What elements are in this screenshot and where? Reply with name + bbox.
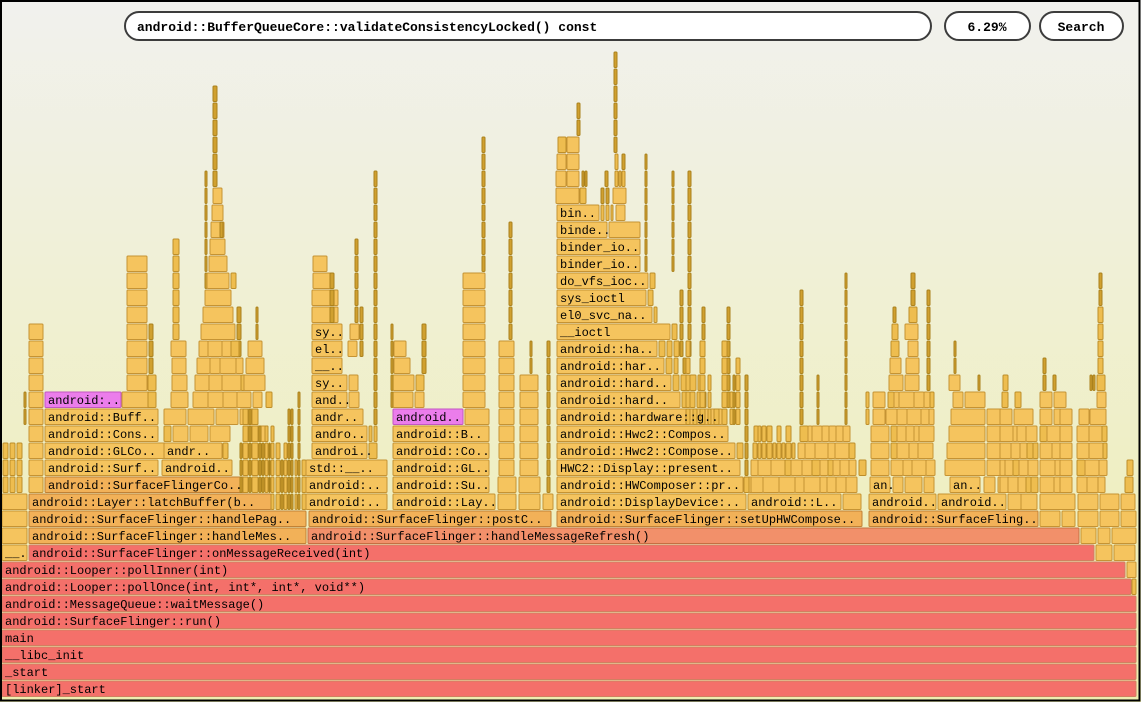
svg-text:el..: el.. — [315, 343, 344, 357]
svg-text:android::Su..: android::Su.. — [396, 479, 490, 493]
svg-text:andr..: andr.. — [315, 411, 358, 425]
svg-text:HWC2::Display::present..: HWC2::Display::present.. — [560, 462, 733, 476]
svg-text:and..: and.. — [315, 394, 351, 408]
svg-text:bin..: bin.. — [560, 207, 596, 221]
svg-text:android..: android.. — [872, 496, 937, 510]
svg-text:android::Hwc2::Compose..: android::Hwc2::Compose.. — [560, 445, 733, 459]
svg-text:android::har..: android::har.. — [560, 360, 661, 374]
svg-text:sys_ioctl: sys_ioctl — [560, 292, 625, 306]
svg-text:androi..: androi.. — [315, 445, 373, 459]
svg-text:android..: android.. — [165, 462, 230, 476]
svg-text:binde..: binde.. — [560, 224, 610, 238]
svg-text:android::SurfaceFlinger::handl: android::SurfaceFlinger::handleMessageRe… — [311, 530, 649, 544]
svg-text:android::Layer::latchBuffer(b.: android::Layer::latchBuffer(b.. — [32, 496, 255, 510]
svg-text:android::hard..: android::hard.. — [560, 394, 668, 408]
svg-text:android::hard..: android::hard.. — [560, 377, 668, 391]
svg-text:android::Looper::pollOnce(int,: android::Looper::pollOnce(int, int*, int… — [5, 581, 365, 595]
svg-text:Search: Search — [1058, 20, 1105, 35]
svg-text:android::Hwc2::Compos..: android::Hwc2::Compos.. — [560, 428, 726, 442]
svg-text:android::SurfaceFlinger::postC: android::SurfaceFlinger::postC.. — [312, 513, 542, 527]
svg-text:android::BufferQueueCore::vali: android::BufferQueueCore::validateConsis… — [137, 20, 597, 35]
svg-text:android::hardware::g..: android::hardware::g.. — [560, 411, 718, 425]
svg-text:android::Looper::pollInner(int: android::Looper::pollInner(int) — [5, 564, 228, 578]
svg-text:binder_io..: binder_io.. — [560, 241, 639, 255]
svg-text:__ioctl: __ioctl — [559, 326, 610, 340]
svg-text:android::Buff..: android::Buff.. — [48, 411, 156, 425]
svg-text:el0_svc_na..: el0_svc_na.. — [560, 309, 646, 323]
svg-text:android:..: android:.. — [309, 496, 381, 510]
svg-text:android::GLCo..: android::GLCo.. — [48, 445, 156, 459]
svg-text:android::Cons..: android::Cons.. — [48, 428, 156, 442]
svg-text:an.: an. — [873, 479, 895, 493]
svg-text:android::Surf..: android::Surf.. — [48, 462, 156, 476]
svg-text:android..: android.. — [941, 496, 1006, 510]
svg-text:android::DisplayDevice:..: android::DisplayDevice:.. — [560, 496, 740, 510]
svg-text:android..: android.. — [396, 411, 461, 425]
svg-text:do_vfs_ioc..: do_vfs_ioc.. — [560, 275, 646, 289]
svg-text:android:..: android:.. — [309, 479, 381, 493]
svg-text:android::B..: android::B.. — [396, 428, 482, 442]
svg-text:android::ha..: android::ha.. — [560, 343, 654, 357]
svg-text:android::SurfaceFling..: android::SurfaceFling.. — [872, 513, 1038, 527]
svg-text:android::HWComposer::pr..: android::HWComposer::pr.. — [560, 479, 740, 493]
svg-text:andr..: andr.. — [167, 445, 210, 459]
svg-text:android::Co..: android::Co.. — [396, 445, 490, 459]
svg-text:android::Lay..: android::Lay.. — [396, 496, 497, 510]
svg-text:sy..: sy.. — [315, 326, 344, 340]
svg-text:andro..: andro.. — [315, 428, 365, 442]
svg-text:an..: an.. — [953, 479, 982, 493]
svg-text:__.: __. — [4, 547, 27, 561]
svg-text:main: main — [5, 632, 34, 646]
svg-text:__libc_init: __libc_init — [4, 649, 84, 663]
svg-text:android::SurfaceFlinger::onMes: android::SurfaceFlinger::onMessageReceiv… — [32, 547, 370, 561]
svg-text:android::SurfaceFlinger::handl: android::SurfaceFlinger::handleMes.. — [32, 530, 291, 544]
svg-text:android::GL..: android::GL.. — [396, 462, 490, 476]
svg-text:android::L..: android::L.. — [751, 496, 837, 510]
svg-text:_start: _start — [4, 666, 48, 680]
svg-text:android::SurfaceFlinger::handl: android::SurfaceFlinger::handlePag.. — [32, 513, 291, 527]
svg-text:std::__..: std::__.. — [309, 462, 374, 476]
svg-text:binder_io..: binder_io.. — [560, 258, 639, 272]
svg-text:6.29%: 6.29% — [967, 20, 1006, 35]
svg-text:android::SurfaceFlinger::run(): android::SurfaceFlinger::run() — [5, 615, 221, 629]
svg-text:[linker]_start: [linker]_start — [5, 683, 106, 697]
svg-text:sy..: sy.. — [315, 377, 344, 391]
svg-text:android::MessageQueue::waitMes: android::MessageQueue::waitMessage() — [5, 598, 264, 612]
svg-text:android:..: android:.. — [48, 394, 120, 408]
svg-text:android::SurfaceFlingerCo..: android::SurfaceFlingerCo.. — [48, 479, 242, 493]
svg-text:android::SurfaceFlinger::setUp: android::SurfaceFlinger::setUpHWCompose.… — [560, 513, 855, 527]
svg-text:__..: __.. — [314, 360, 344, 374]
